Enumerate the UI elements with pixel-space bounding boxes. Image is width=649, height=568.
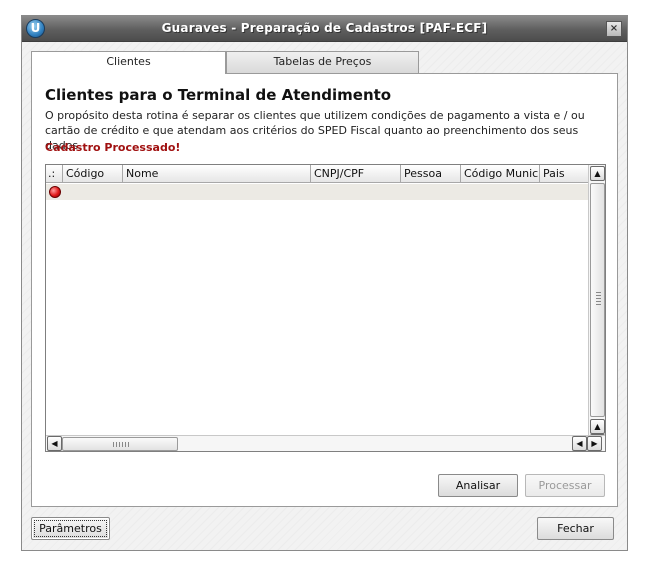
main-window: U Guaraves - Preparação de Cadastros [PA… xyxy=(21,15,628,551)
tab-clientes[interactable]: Clientes xyxy=(31,51,226,74)
table-row[interactable] xyxy=(46,184,588,200)
parametros-button[interactable]: Parâmetros xyxy=(31,517,110,540)
status-message: Cadastro Processado! xyxy=(45,141,181,154)
column-header-nome[interactable]: Nome xyxy=(123,165,311,183)
vertical-scrollbar[interactable]: ▲ ▲ ▼ xyxy=(588,165,605,451)
grip-icon xyxy=(113,442,129,447)
title-bar[interactable]: U Guaraves - Preparação de Cadastros [PA… xyxy=(22,16,627,42)
grid-header: .: Código Nome CNPJ/CPF Pessoa Código Mu… xyxy=(46,165,588,183)
processar-button[interactable]: Processar xyxy=(525,474,605,497)
scroll-left-button-right[interactable]: ◀ xyxy=(572,436,587,451)
tab-tabelas-de-precos[interactable]: Tabelas de Preços xyxy=(226,51,419,73)
red-status-icon xyxy=(49,186,61,198)
window-title: Guaraves - Preparação de Cadastros [PAF-… xyxy=(161,21,488,35)
scroll-right-button[interactable]: ▶ xyxy=(587,436,602,451)
column-header-pessoa[interactable]: Pessoa xyxy=(401,165,461,183)
section-heading: Clientes para o Terminal de Atendimento xyxy=(45,86,392,104)
scroll-up-button-lower[interactable]: ▲ xyxy=(590,419,605,434)
clients-grid[interactable]: .: Código Nome CNPJ/CPF Pessoa Código Mu… xyxy=(45,164,606,452)
horizontal-scrollbar[interactable]: ◀ ◀ ▶ xyxy=(46,435,605,451)
horizontal-scroll-thumb[interactable] xyxy=(62,437,178,451)
scroll-up-button[interactable]: ▲ xyxy=(590,166,605,181)
grip-icon xyxy=(596,292,601,306)
column-header-codigo-municipio[interactable]: Código Municip xyxy=(461,165,540,183)
scroll-left-button[interactable]: ◀ xyxy=(47,436,62,451)
analisar-button[interactable]: Analisar xyxy=(438,474,518,497)
column-header-codigo[interactable]: Código xyxy=(63,165,123,183)
fechar-button[interactable]: Fechar xyxy=(537,517,614,540)
column-header-cnpj-cpf[interactable]: CNPJ/CPF xyxy=(311,165,401,183)
column-header-pais[interactable]: Pais xyxy=(540,165,588,183)
column-header-indicator[interactable]: .: xyxy=(46,165,63,183)
vertical-scroll-thumb[interactable] xyxy=(590,183,605,417)
close-window-button[interactable]: × xyxy=(606,21,622,37)
clientes-panel: Clientes para o Terminal de Atendimento … xyxy=(31,73,618,507)
